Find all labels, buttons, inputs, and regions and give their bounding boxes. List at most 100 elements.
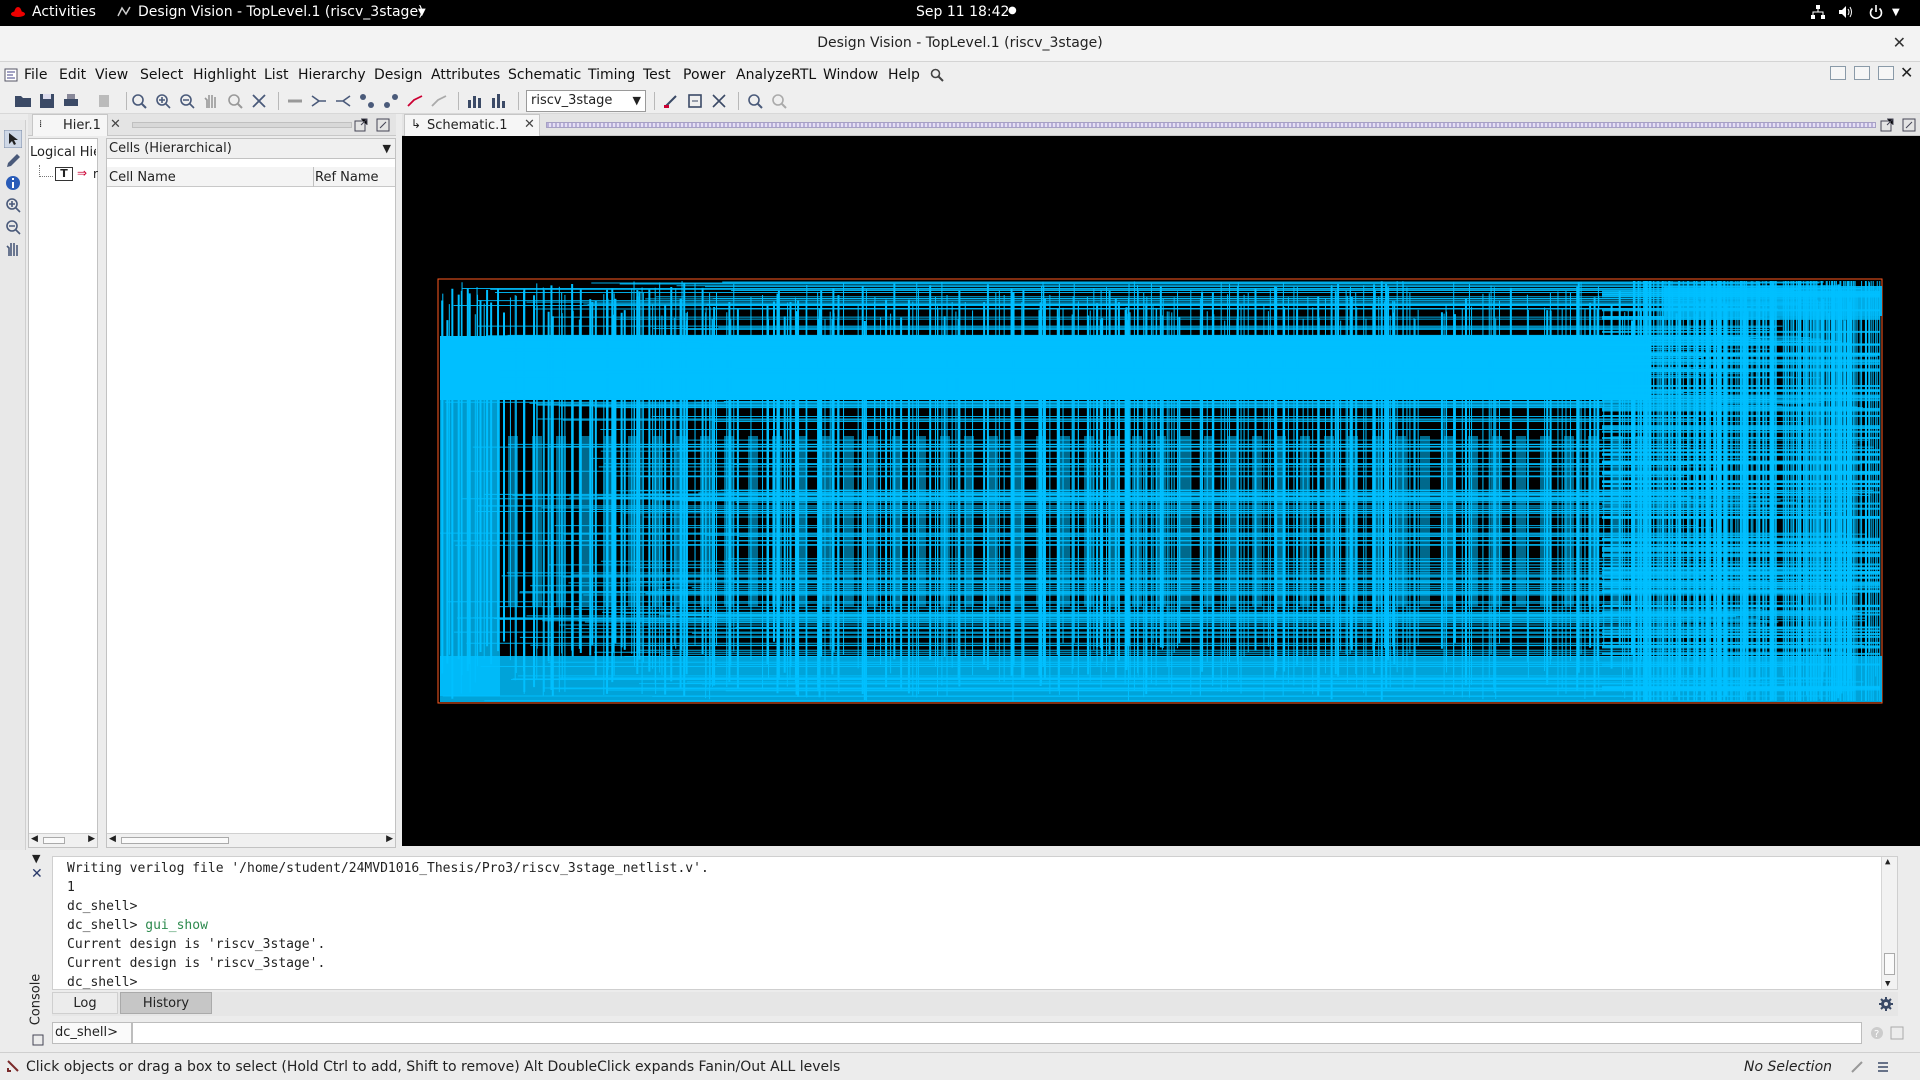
zoom-fit-icon[interactable] bbox=[130, 92, 148, 110]
cells-hscrollbar[interactable]: ◀ ▶ bbox=[107, 833, 395, 847]
menu-view[interactable]: View bbox=[95, 67, 128, 83]
search-icon[interactable] bbox=[930, 68, 944, 82]
close-console-icon[interactable]: ✕ bbox=[31, 866, 43, 882]
clock[interactable]: Sep 11 18:42 bbox=[916, 4, 1009, 20]
zoom-in-tool-icon[interactable] bbox=[4, 196, 22, 214]
menu-highlight[interactable]: Highlight bbox=[193, 67, 256, 83]
column-cell-name[interactable]: Cell Name bbox=[109, 170, 176, 185]
scroll-up-icon[interactable]: ▲ bbox=[1885, 857, 1890, 867]
scroll-thumb[interactable] bbox=[43, 837, 65, 844]
expand-cells-icon[interactable] bbox=[358, 92, 376, 110]
tab-schematic-close-icon[interactable]: ✕ bbox=[524, 117, 535, 132]
app-menu-title[interactable]: Design Vision - TopLevel.1 (riscv_3stage… bbox=[138, 4, 424, 20]
menu-analyzertl[interactable]: AnalyzeRTL bbox=[736, 67, 816, 83]
expand-input-icon[interactable] bbox=[1890, 1026, 1904, 1040]
tab-history[interactable]: History bbox=[120, 992, 212, 1014]
maximize-panel-icon[interactable] bbox=[1902, 118, 1916, 132]
tab-log[interactable]: Log bbox=[52, 992, 118, 1014]
zoom-to-net-icon[interactable] bbox=[770, 92, 788, 110]
open-folder-icon[interactable] bbox=[14, 92, 32, 110]
gear-icon[interactable] bbox=[1878, 996, 1894, 1012]
zoom-previous-icon[interactable] bbox=[226, 92, 244, 110]
restore-window-icon[interactable] bbox=[1854, 66, 1870, 80]
hand-tool-icon[interactable] bbox=[4, 240, 22, 258]
design-selector[interactable]: riscv_3stage ▼ bbox=[526, 90, 646, 112]
console-output[interactable]: Writing verilog file '/home/student/24MV… bbox=[52, 856, 1898, 990]
menu-power[interactable]: Power bbox=[683, 67, 725, 83]
tile-windows-icon[interactable] bbox=[1830, 66, 1846, 80]
collapse-console-icon[interactable]: ▼ bbox=[32, 852, 40, 865]
pan-hand-icon[interactable] bbox=[202, 92, 220, 110]
power-icon[interactable] bbox=[1868, 4, 1884, 20]
create-symbol-icon[interactable] bbox=[686, 92, 704, 110]
print-icon[interactable] bbox=[62, 92, 80, 110]
system-menu-chevron-icon[interactable]: ▼ bbox=[1892, 7, 1900, 18]
float-window-icon[interactable] bbox=[1878, 66, 1894, 80]
column-ref-name[interactable]: Ref Name bbox=[315, 170, 379, 185]
scroll-thumb[interactable] bbox=[1884, 953, 1895, 975]
close-design-icon[interactable]: ✕ bbox=[1900, 63, 1913, 82]
console-vscrollbar[interactable]: ▲ ▼ bbox=[1881, 857, 1897, 989]
copy-icon[interactable] bbox=[96, 92, 114, 110]
tree-root-node[interactable]: T bbox=[55, 167, 73, 181]
maximize-panel-icon[interactable] bbox=[376, 118, 390, 132]
menu-attributes[interactable]: Attributes bbox=[431, 67, 500, 83]
menu-select[interactable]: Select bbox=[140, 67, 183, 83]
schematic-canvas[interactable] bbox=[402, 136, 1920, 846]
volume-icon[interactable] bbox=[1838, 4, 1854, 20]
app-menu-chevron-icon[interactable]: ▼ bbox=[418, 7, 426, 18]
pencil-icon[interactable] bbox=[4, 152, 22, 170]
tab-schematic[interactable]: ↳ Schematic.1 bbox=[404, 114, 540, 136]
scroll-left-icon[interactable]: ◀ bbox=[109, 834, 116, 844]
cut-icon[interactable] bbox=[710, 92, 728, 110]
fanout-icon[interactable] bbox=[334, 92, 352, 110]
menu-edit[interactable]: Edit bbox=[59, 67, 86, 83]
menu-design[interactable]: Design bbox=[374, 67, 422, 83]
float-panel-icon[interactable] bbox=[1880, 118, 1894, 132]
float-panel-icon[interactable] bbox=[354, 118, 368, 132]
histogram-icon[interactable] bbox=[466, 92, 484, 110]
menu-test[interactable]: Test bbox=[643, 67, 671, 83]
tab-drag-bar[interactable] bbox=[546, 122, 1876, 128]
scroll-left-icon[interactable]: ◀ bbox=[31, 834, 38, 844]
menu-file[interactable]: File bbox=[24, 67, 47, 83]
menu-schematic[interactable]: Schematic bbox=[508, 67, 581, 83]
menu-hierarchy[interactable]: Hierarchy bbox=[298, 67, 366, 83]
list-icon[interactable] bbox=[1876, 1060, 1890, 1074]
zoom-in-icon[interactable] bbox=[154, 92, 172, 110]
fanin-icon[interactable] bbox=[310, 92, 328, 110]
zoom-out-tool-icon[interactable] bbox=[4, 218, 22, 236]
highlight-path-icon[interactable] bbox=[406, 92, 424, 110]
tab-hier-close-icon[interactable]: ✕ bbox=[110, 117, 121, 132]
cells-view-dropdown[interactable]: Cells (Hierarchical) ▼ bbox=[107, 139, 395, 159]
collapse-cells-icon[interactable] bbox=[382, 92, 400, 110]
pointer-icon[interactable] bbox=[4, 130, 22, 148]
console-dock-icon[interactable] bbox=[32, 1034, 44, 1046]
scroll-down-icon[interactable]: ▼ bbox=[1885, 979, 1890, 989]
clear-highlight-icon[interactable] bbox=[430, 92, 448, 110]
scroll-right-icon[interactable]: ▶ bbox=[386, 834, 393, 844]
zoom-out-icon[interactable] bbox=[178, 92, 196, 110]
scroll-thumb[interactable] bbox=[121, 837, 229, 844]
logical-hscrollbar[interactable]: ◀ ▶ bbox=[29, 833, 97, 847]
timing-histogram-icon[interactable] bbox=[490, 92, 508, 110]
info-icon[interactable] bbox=[4, 174, 22, 192]
tab-drag-bar[interactable] bbox=[132, 122, 352, 128]
select-tool-icon[interactable] bbox=[250, 92, 268, 110]
menu-help[interactable]: Help bbox=[888, 67, 920, 83]
add-path-icon[interactable] bbox=[286, 92, 304, 110]
menu-list[interactable]: List bbox=[264, 67, 288, 83]
activities-button[interactable]: Activities bbox=[32, 4, 96, 20]
tree-root-label[interactable]: r bbox=[93, 167, 98, 181]
command-input[interactable] bbox=[132, 1022, 1862, 1044]
save-icon[interactable] bbox=[38, 92, 56, 110]
selection-filter-icon[interactable] bbox=[1850, 1060, 1864, 1074]
netlist-schematic[interactable] bbox=[402, 136, 1920, 846]
help-icon[interactable]: ? bbox=[1870, 1026, 1884, 1040]
menu-window[interactable]: Window bbox=[823, 67, 878, 83]
zoom-to-selection-icon[interactable] bbox=[746, 92, 764, 110]
menu-timing[interactable]: Timing bbox=[588, 67, 635, 83]
scroll-right-icon[interactable]: ▶ bbox=[88, 834, 95, 844]
network-icon[interactable] bbox=[1810, 4, 1826, 20]
create-schematic-icon[interactable] bbox=[662, 92, 680, 110]
